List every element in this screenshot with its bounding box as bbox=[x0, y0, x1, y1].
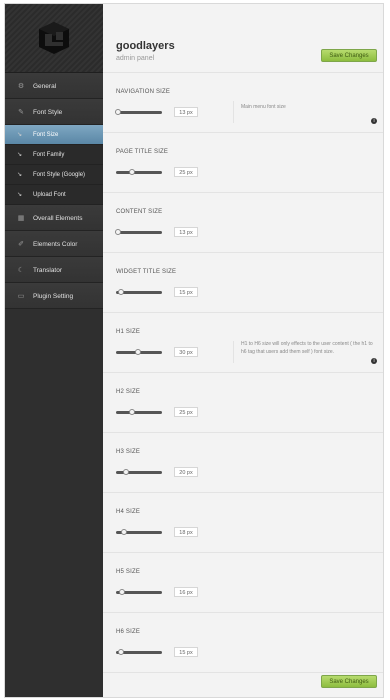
setting-title: PAGE TITLE SIZE bbox=[116, 149, 169, 155]
sidebar-item-general[interactable]: ⚙ General bbox=[5, 73, 103, 99]
size-slider[interactable] bbox=[116, 589, 162, 595]
setting-title: H6 SIZE bbox=[116, 629, 141, 635]
sidebar-nav: ⚙ General ✎ Font Style ↘ Font Size ↘ Font Fa… bbox=[5, 73, 103, 309]
arrow-icon: ↘ bbox=[17, 132, 23, 138]
slider-handle[interactable] bbox=[118, 589, 125, 595]
setting-row: H1 SIZE 30 px H1 to H6 size will only effe… bbox=[103, 313, 383, 373]
size-slider[interactable] bbox=[116, 649, 162, 655]
setting-title: WIDGET TITLE SIZE bbox=[116, 269, 177, 275]
slider-handle[interactable] bbox=[115, 109, 122, 115]
sidebar-subitem-font-family[interactable]: ↘ Font Family bbox=[5, 145, 103, 165]
setting-row: NAVIGATION SIZE 13 px Main menu font size i bbox=[103, 73, 383, 133]
size-value: 15 px bbox=[174, 287, 198, 297]
monitor-icon: ▭ bbox=[17, 293, 25, 300]
slider-handle[interactable] bbox=[129, 409, 136, 415]
size-slider[interactable] bbox=[116, 169, 162, 175]
gear-icon: ⚙ bbox=[17, 83, 25, 90]
setting-row: H2 SIZE 25 px bbox=[103, 373, 383, 433]
sidebar-item-label: Font Size bbox=[33, 131, 59, 138]
slider-handle[interactable] bbox=[117, 289, 124, 295]
brand-subtitle: admin panel bbox=[116, 55, 155, 62]
sidebar-item-label: Font Family bbox=[33, 151, 65, 158]
info-icon[interactable]: i bbox=[371, 358, 377, 364]
setting-title: H4 SIZE bbox=[116, 509, 141, 515]
crescent-icon: ☾ bbox=[17, 267, 25, 274]
brand-title: goodlayers bbox=[116, 40, 175, 52]
slider-handle[interactable] bbox=[117, 649, 124, 655]
setting-row: CONTENT SIZE 13 px bbox=[103, 193, 383, 253]
sidebar-item-label: Plugin Setting bbox=[33, 292, 74, 300]
save-button-top[interactable]: Save Changes bbox=[321, 49, 377, 62]
brush-icon: ✐ bbox=[18, 241, 24, 248]
slider-handle[interactable] bbox=[129, 169, 136, 175]
sidebar-subitem-font-style-google[interactable]: ↘ Font Style (Google) bbox=[5, 165, 103, 185]
save-button-bottom[interactable]: Save Changes bbox=[321, 675, 377, 688]
sidebar-item-plugin-setting[interactable]: ▭ Plugin Setting bbox=[5, 283, 103, 309]
setting-row: H6 SIZE 15 px bbox=[103, 613, 383, 673]
goodlayers-logo-icon bbox=[39, 22, 69, 54]
setting-row: H4 SIZE 18 px bbox=[103, 493, 383, 553]
size-value: 20 px bbox=[174, 467, 198, 477]
sidebar-item-label: Upload Font bbox=[33, 191, 66, 198]
sidebar-item-label: General bbox=[33, 82, 57, 90]
header: goodlayers admin panel Save Changes bbox=[103, 4, 383, 73]
sidebar-item-label: Font Style bbox=[33, 108, 63, 116]
setting-title: NAVIGATION SIZE bbox=[116, 89, 171, 95]
sidebar-item-label: Translator bbox=[33, 266, 63, 274]
size-slider[interactable] bbox=[116, 469, 162, 475]
admin-panel: ⚙ General ✎ Font Style ↘ Font Size ↘ Font Fa… bbox=[4, 3, 384, 698]
setting-row: PAGE TITLE SIZE 25 px bbox=[103, 133, 383, 193]
setting-title: H3 SIZE bbox=[116, 449, 141, 455]
pencil-icon: ✎ bbox=[18, 109, 24, 116]
size-slider[interactable] bbox=[116, 349, 162, 355]
sidebar-item-label: Overall Elements bbox=[33, 214, 83, 222]
sidebar-item-translator[interactable]: ☾ Translator bbox=[5, 257, 103, 283]
size-slider[interactable] bbox=[116, 409, 162, 415]
arrow-icon: ↘ bbox=[17, 172, 23, 178]
size-value: 16 px bbox=[174, 587, 198, 597]
size-value: 13 px bbox=[174, 227, 198, 237]
size-slider[interactable] bbox=[115, 109, 162, 115]
slider-handle[interactable] bbox=[120, 529, 127, 535]
setting-row: H3 SIZE 20 px bbox=[103, 433, 383, 493]
divider bbox=[233, 341, 234, 363]
logo-area bbox=[5, 4, 103, 73]
setting-title: H2 SIZE bbox=[116, 389, 141, 395]
setting-title: H5 SIZE bbox=[116, 569, 141, 575]
size-slider[interactable] bbox=[115, 229, 162, 235]
setting-row: H5 SIZE 16 px bbox=[103, 553, 383, 613]
arrow-icon: ↘ bbox=[17, 192, 23, 198]
size-slider[interactable] bbox=[116, 289, 162, 295]
setting-row: WIDGET TITLE SIZE 15 px bbox=[103, 253, 383, 313]
grid-icon: ▦ bbox=[17, 215, 25, 222]
size-value: 25 px bbox=[174, 407, 198, 417]
main-content: goodlayers admin panel Save Changes NAVI… bbox=[103, 4, 383, 697]
sidebar-item-label: Elements Color bbox=[33, 240, 78, 248]
divider bbox=[233, 101, 234, 123]
slider-handle[interactable] bbox=[115, 229, 122, 235]
sidebar-item-font-style[interactable]: ✎ Font Style bbox=[5, 99, 103, 125]
setting-description: Main menu font size bbox=[241, 104, 286, 110]
sidebar-item-overall-elements[interactable]: ▦ Overall Elements bbox=[5, 205, 103, 231]
setting-title: H1 SIZE bbox=[116, 329, 141, 335]
slider-handle[interactable] bbox=[123, 469, 130, 475]
info-icon[interactable]: i bbox=[371, 118, 377, 124]
arrow-icon: ↘ bbox=[17, 152, 23, 158]
size-value: 13 px bbox=[174, 107, 198, 117]
settings-list: NAVIGATION SIZE 13 px Main menu font size i… bbox=[103, 73, 383, 673]
sidebar: ⚙ General ✎ Font Style ↘ Font Size ↘ Font Fa… bbox=[5, 4, 103, 697]
size-value: 18 px bbox=[174, 527, 198, 537]
sidebar-item-elements-color[interactable]: ✐ Elements Color bbox=[5, 231, 103, 257]
setting-title: CONTENT SIZE bbox=[116, 209, 163, 215]
setting-description: H1 to H6 size will only effects to the u… bbox=[241, 341, 373, 355]
sidebar-item-label: Font Style (Google) bbox=[33, 171, 86, 178]
slider-handle[interactable] bbox=[134, 349, 141, 355]
sidebar-subitem-font-size[interactable]: ↘ Font Size bbox=[5, 125, 103, 145]
sidebar-subitem-upload-font[interactable]: ↘ Upload Font bbox=[5, 185, 103, 205]
size-value: 15 px bbox=[174, 647, 198, 657]
size-slider[interactable] bbox=[116, 529, 162, 535]
size-value: 30 px bbox=[174, 347, 198, 357]
size-value: 25 px bbox=[174, 167, 198, 177]
